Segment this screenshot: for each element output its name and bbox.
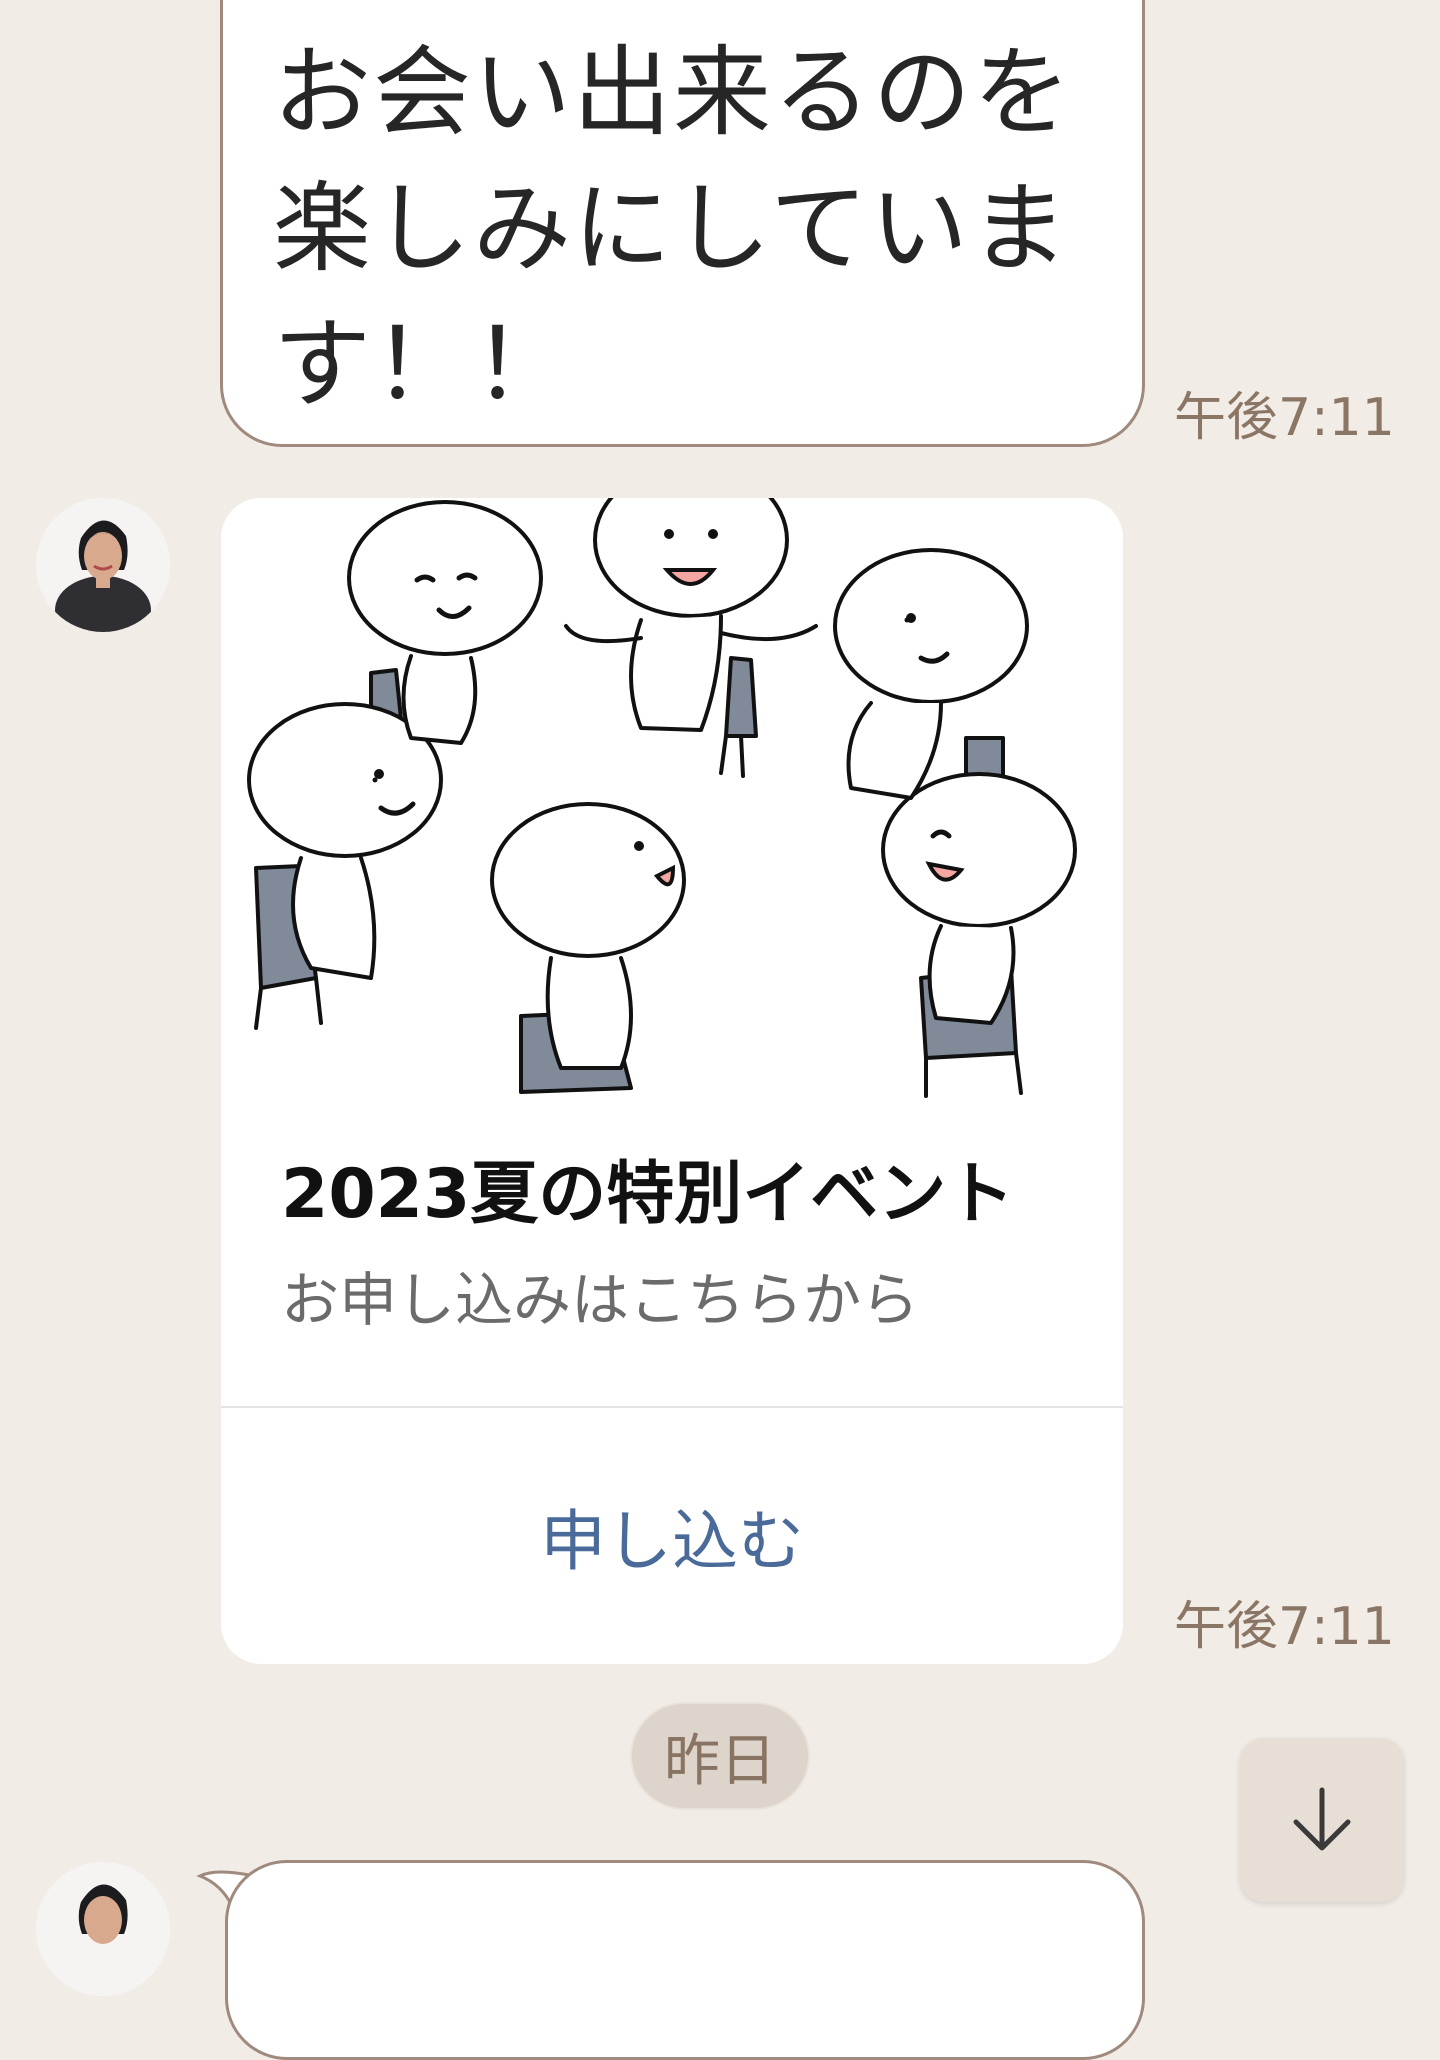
date-separator: 昨日	[630, 1702, 810, 1810]
message-bubble-incoming[interactable]	[225, 1860, 1145, 2060]
scroll-to-bottom-button[interactable]	[1240, 1738, 1404, 1902]
message-bubble-outgoing[interactable]: お会い出来るのを楽しみにしています！！	[220, 0, 1145, 447]
message-timestamp: 午後7:11	[1174, 1597, 1395, 1657]
message-text: お会い出来るのを楽しみにしています！！	[273, 36, 1074, 422]
event-card-title: 2023夏の特別イベント	[281, 1155, 1015, 1234]
apply-button[interactable]: 申し込む	[221, 1408, 1123, 1664]
avatar-image	[36, 498, 170, 632]
avatar-image	[36, 1862, 170, 1996]
event-card-subtitle: お申し込みはこちらから	[281, 1266, 920, 1334]
avatar[interactable]	[36, 1862, 170, 1996]
avatar[interactable]	[36, 498, 170, 632]
group-discussion-illustration	[247, 498, 1077, 1098]
message-timestamp: 午後7:11	[1174, 388, 1395, 448]
event-card[interactable]: 2023夏の特別イベント お申し込みはこちらから 申し込む	[221, 498, 1123, 1664]
arrow-down-icon	[1293, 1787, 1351, 1851]
